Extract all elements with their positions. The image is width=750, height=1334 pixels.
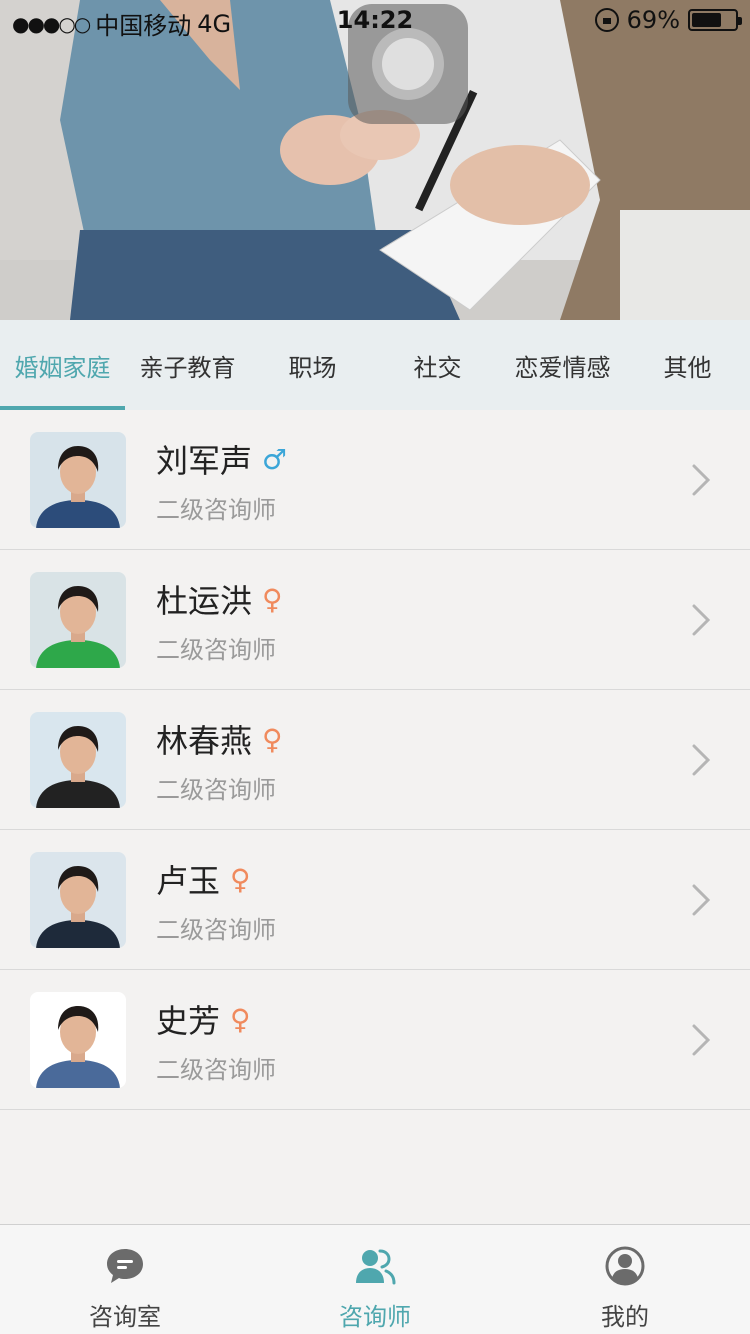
tab-label: 咨询室 bbox=[89, 1303, 161, 1331]
tab-label: 婚姻家庭 bbox=[14, 353, 111, 382]
counselor-list: 刘军声 ♂ 二级咨询师 杜运洪 ♀ 二级咨询师 林春燕 ♀ 二级咨询师 卢玉 ♀… bbox=[0, 410, 750, 1110]
counselor-title: 二级咨询师 bbox=[156, 776, 276, 804]
counselor-name: 刘军声 bbox=[156, 442, 253, 480]
chat-bubble-icon bbox=[107, 1249, 143, 1283]
tab-label: 亲子教育 bbox=[139, 353, 236, 382]
counselor-row[interactable]: 卢玉 ♀ 二级咨询师 bbox=[0, 830, 750, 970]
tab-label: 社交 bbox=[413, 353, 462, 382]
rotation-lock-icon bbox=[594, 8, 619, 32]
chevron-right-icon bbox=[692, 884, 711, 916]
chevron-right-icon bbox=[692, 464, 711, 496]
counselor-row[interactable]: 杜运洪 ♀ 二级咨询师 bbox=[0, 550, 750, 690]
counselor-title: 二级咨询师 bbox=[156, 916, 276, 944]
gender-icon: ♀ bbox=[230, 1002, 251, 1036]
tab-social[interactable]: 社交 bbox=[375, 320, 500, 410]
tab-label: 其他 bbox=[663, 353, 712, 382]
counselor-title: 二级咨询师 bbox=[156, 636, 276, 664]
tab-mine[interactable]: 我的 bbox=[500, 1225, 750, 1334]
avatar bbox=[30, 712, 126, 808]
battery-percent: 69% bbox=[626, 6, 680, 34]
counselor-row[interactable]: 史芳 ♀ 二级咨询师 bbox=[0, 970, 750, 1110]
tab-love-relationships[interactable]: 恋爱情感 bbox=[500, 320, 625, 410]
chevron-right-icon bbox=[692, 744, 711, 776]
tab-workplace[interactable]: 职场 bbox=[250, 320, 375, 410]
counselor-row[interactable]: 林春燕 ♀ 二级咨询师 bbox=[0, 690, 750, 830]
chevron-right-icon bbox=[692, 1024, 711, 1056]
status-bar: ●●●○○ 中国移动 4G 14:22 69% bbox=[0, 0, 750, 40]
avatar bbox=[30, 992, 126, 1088]
category-tabs: 婚姻家庭 亲子教育 职场 社交 恋爱情感 其他 bbox=[0, 320, 750, 410]
gender-icon: ♀ bbox=[262, 722, 283, 756]
counselor-title: 二级咨询师 bbox=[156, 1056, 276, 1084]
tab-label: 职场 bbox=[288, 353, 337, 382]
avatar bbox=[30, 852, 126, 948]
gender-icon: ♂ bbox=[262, 442, 288, 476]
counselor-title: 二级咨询师 bbox=[156, 496, 276, 524]
bottom-tab-bar: 咨询室 咨询师 我的 bbox=[0, 1224, 750, 1334]
counselor-name: 杜运洪 bbox=[156, 582, 253, 620]
tab-parenting[interactable]: 亲子教育 bbox=[125, 320, 250, 410]
avatar bbox=[30, 572, 126, 668]
counselor-name: 史芳 bbox=[156, 1002, 221, 1040]
tab-other[interactable]: 其他 bbox=[625, 320, 750, 410]
tab-label: 咨询师 bbox=[339, 1303, 411, 1331]
gender-icon: ♀ bbox=[230, 862, 251, 896]
battery-icon bbox=[688, 9, 742, 31]
profile-icon bbox=[605, 1246, 645, 1286]
tab-marriage-family[interactable]: 婚姻家庭 bbox=[0, 320, 125, 410]
avatar bbox=[30, 432, 126, 528]
counselor-name: 林春燕 bbox=[156, 722, 253, 760]
tab-label: 我的 bbox=[601, 1303, 649, 1331]
gender-icon: ♀ bbox=[262, 582, 283, 616]
tab-counselors[interactable]: 咨询师 bbox=[250, 1225, 500, 1334]
tab-consult-room[interactable]: 咨询室 bbox=[0, 1225, 250, 1334]
counselors-icon bbox=[356, 1249, 396, 1285]
tab-label: 恋爱情感 bbox=[514, 353, 611, 382]
counselor-row[interactable]: 刘军声 ♂ 二级咨询师 bbox=[0, 410, 750, 550]
chevron-right-icon bbox=[692, 604, 711, 636]
counselor-name: 卢玉 bbox=[156, 862, 221, 900]
